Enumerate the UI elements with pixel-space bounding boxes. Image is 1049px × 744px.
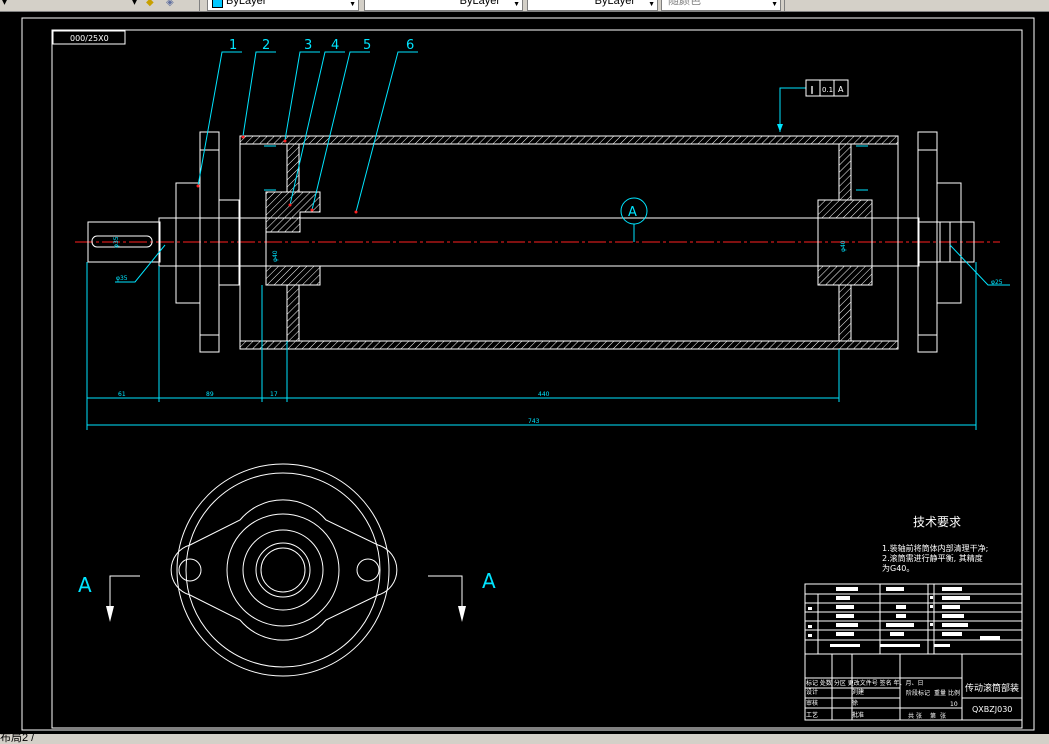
fit-markers (264, 145, 868, 191)
svg-text:工艺: 工艺 (806, 711, 818, 719)
svg-text:89: 89 (206, 391, 214, 398)
toolbar-separator (199, 0, 200, 11)
section-label-left: A (78, 573, 92, 597)
title-block: 标记 处数 分区 更改文件号 签名 年、月、日 设计 审核 工艺 刘建 徐 批准… (804, 583, 1023, 721)
balloon-numbers: 1 2 3 4 5 6 (229, 38, 414, 53)
svg-text:徐: 徐 (852, 699, 858, 707)
sheet-outer-border (21, 17, 1035, 731)
lineweight-combo-value: ByLayer (594, 0, 635, 7)
svg-text:φ35: φ35 (113, 236, 120, 248)
svg-text:共: 共 (908, 712, 914, 720)
diameter-leaders (115, 244, 1010, 286)
chevron-down-icon: ▼ (349, 1, 356, 8)
svg-text:∥: ∥ (810, 85, 814, 94)
svg-text:440: 440 (538, 391, 550, 398)
dimension-values: 61 89 17 440 743 (118, 391, 550, 425)
svg-text:张: 张 (940, 712, 946, 720)
inner-dims: φ35 φ40 φ40 (113, 236, 847, 262)
balloon-6: 6 (406, 38, 414, 53)
section-arrows: A A (78, 569, 496, 622)
section-view (170, 463, 398, 677)
linetype-combo[interactable]: ByLayer ▼ (364, 0, 523, 11)
svg-text:批准: 批准 (852, 711, 864, 719)
balloon-5: 5 (363, 38, 371, 53)
cad-drawing: 000/25X0 1 2 3 4 5 6 A ∥ 0.1 A φ35 φ40 φ… (21, 17, 1035, 731)
svg-text:61: 61 (118, 391, 126, 398)
chevron-down-icon[interactable]: ▾ (132, 0, 137, 8)
datum-letter: A (628, 205, 637, 220)
drawing-code: QXBZJ030 (972, 705, 1012, 714)
toolbar-separator (784, 0, 785, 11)
svg-text:刘建: 刘建 (852, 688, 864, 696)
svg-text:0.1: 0.1 (822, 86, 833, 94)
layout-tab-bar: 布局2 / (0, 734, 1049, 744)
svg-text:设计: 设计 (806, 688, 818, 696)
scale-value: 10 (950, 701, 958, 708)
tech-req-line-3: 为G40。 (882, 563, 914, 573)
properties-toolbar: ▾ ▾ ◆ ◈ ByLayer ▼ ByLayer ▼ ByLayer ▼ 随颜… (0, 0, 1049, 12)
svg-text:第: 第 (930, 712, 936, 720)
datum-marker: A (620, 197, 648, 242)
chevron-down-icon: ▼ (513, 1, 520, 8)
section-label-right: A (482, 569, 496, 593)
svg-text:标记 处数 分区 更改文件号 签名 年、月、日: 标记 处数 分区 更改文件号 签名 年、月、日 (806, 679, 924, 687)
balloon-1: 1 (229, 38, 237, 53)
tab-layout2[interactable]: 布局2 / (0, 734, 34, 744)
title-block-labels: 标记 处数 分区 更改文件号 签名 年、月、日 设计 审核 工艺 刘建 徐 批准… (806, 679, 960, 720)
layer-previous-icon[interactable]: ◈ (166, 0, 174, 8)
svg-text:重量: 重量 (934, 689, 946, 697)
balloon-4: 4 (331, 38, 339, 53)
tolerance-frame: ∥ 0.1 A (777, 79, 849, 132)
balloon-3: 3 (304, 38, 312, 53)
svg-text:比例: 比例 (948, 689, 960, 697)
chevron-down-icon: ▼ (648, 1, 655, 8)
layer-states-icon[interactable]: ◆ (146, 0, 154, 8)
tech-req-line-1: 1.装轴前将筒体内部清理干净; (882, 543, 988, 553)
balloon-leaders (197, 51, 418, 213)
svg-text:审核: 审核 (806, 699, 818, 707)
plotstyle-combo-value: 随颜色 (668, 0, 701, 7)
viewport-label: 000/25X0 (70, 34, 109, 43)
tech-req-title: 技术要求 (913, 515, 961, 529)
sheet-inner-border (51, 29, 1023, 729)
drawing-title: 传动滚筒部装 (965, 682, 1019, 694)
drawing-canvas[interactable]: 000/25X0 1 2 3 4 5 6 A ∥ 0.1 A φ35 φ40 φ… (0, 12, 1049, 734)
plotstyle-combo[interactable]: 随颜色 ▼ (661, 0, 781, 11)
svg-text:φ40: φ40 (272, 250, 279, 262)
svg-text:743: 743 (528, 418, 540, 425)
svg-text:张: 张 (916, 712, 922, 720)
technical-requirements: 技术要求 1.装轴前将筒体内部清理干净; 2.滚筒需进行静平衡, 其精度 为G4… (882, 515, 988, 573)
svg-text:A: A (838, 85, 844, 94)
svg-text:阶段标记: 阶段标记 (906, 689, 930, 697)
title-block-text-blocks (808, 587, 1000, 647)
svg-text:φ40: φ40 (840, 240, 847, 252)
lineweight-combo[interactable]: ByLayer ▼ (527, 0, 658, 11)
balloon-2: 2 (262, 38, 270, 53)
svg-text:17: 17 (270, 391, 278, 398)
color-swatch-icon (212, 0, 223, 8)
color-combo-value: ByLayer (226, 0, 267, 7)
right-shaft-diameter: φ25 (991, 279, 1003, 286)
left-hub (265, 191, 321, 286)
left-shaft-diameter: φ35 (116, 275, 128, 282)
tech-req-line-2: 2.滚筒需进行静平衡, 其精度 (882, 553, 983, 563)
linetype-combo-value: ByLayer (459, 0, 500, 7)
chevron-down-icon: ▼ (771, 1, 778, 8)
chevron-down-icon[interactable]: ▾ (2, 0, 7, 8)
color-combo[interactable]: ByLayer ▼ (207, 0, 359, 11)
